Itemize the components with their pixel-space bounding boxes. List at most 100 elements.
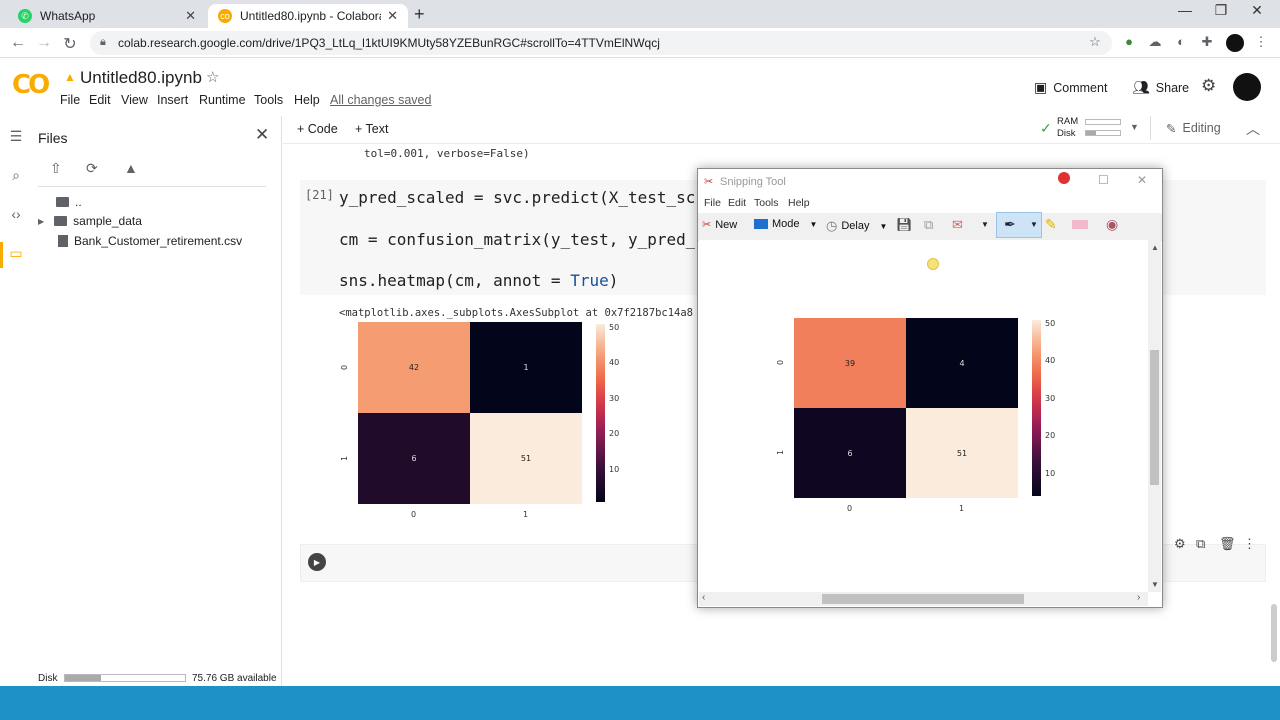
code-line-1[interactable]: y_pred_scaled = svc.predict(X_test_scal: [339, 188, 695, 207]
code-line-2[interactable]: cm = confusion_matrix(y_test, y_pred_sc: [339, 230, 695, 249]
dropdown-icon[interactable]: ▼: [981, 220, 989, 229]
snip-delay-button[interactable]: ◷ Delay ▼: [826, 218, 887, 234]
dropdown-icon[interactable]: ▼: [810, 220, 818, 229]
minimize-icon[interactable]: —: [1170, 2, 1200, 18]
scroll-up-icon[interactable]: ▲: [1151, 243, 1159, 252]
upload-file-icon[interactable]: ⇧: [50, 160, 62, 177]
file-item-sample-data[interactable]: ▶ sample_data: [38, 214, 142, 228]
snip-vscroll-thumb[interactable]: [1150, 350, 1159, 485]
snip-menu-edit[interactable]: Edit: [728, 197, 746, 209]
scissors-icon: ✂: [704, 176, 714, 188]
snip-new-button[interactable]: ✂ New: [702, 218, 737, 232]
scroll-down-icon[interactable]: ▼: [1151, 580, 1159, 589]
code-snippets-icon[interactable]: ‹›: [6, 206, 26, 222]
previous-output-line: tol=0.001, verbose=False): [364, 147, 530, 160]
delete-cell-icon[interactable]: 🗑︎: [1219, 536, 1236, 552]
reload-icon[interactable]: ↻: [60, 34, 80, 54]
search-icon[interactable]: ⌕: [6, 167, 26, 184]
menu-tools[interactable]: Tools: [254, 93, 283, 107]
snip-menu-file[interactable]: File: [704, 197, 721, 209]
extension-icon[interactable]: ◐: [1172, 34, 1190, 52]
extension-icon[interactable]: ☁: [1146, 34, 1164, 52]
notebook-scrollbar[interactable]: [1271, 604, 1277, 662]
close-tab-icon[interactable]: ✕: [185, 8, 196, 24]
ram-bar: [1085, 119, 1121, 125]
paint3d-icon[interactable]: ◉: [1106, 216, 1118, 233]
dropdown-icon[interactable]: ▼: [1030, 220, 1038, 229]
bookmark-star-icon[interactable]: ☆: [1086, 34, 1104, 52]
heatmap-col-label: 1: [959, 504, 965, 513]
dropdown-icon[interactable]: ▼: [879, 222, 887, 231]
mount-drive-icon[interactable]: ▲: [124, 160, 138, 176]
snipping-tool-titlebar[interactable]: ✂ Snipping Tool: [698, 169, 1162, 195]
file-item-csv[interactable]: Bank_Customer_retirement.csv: [58, 234, 242, 248]
cell-mirror-icon[interactable]: ⧉: [1196, 536, 1205, 552]
settings-gear-icon[interactable]: ⚙: [1201, 76, 1216, 96]
new-tab-icon[interactable]: +: [414, 4, 425, 25]
snip-close-icon[interactable]: ✕: [1137, 173, 1147, 187]
heatmap-cell: 42: [358, 322, 470, 413]
windows-taskbar: [0, 686, 1280, 720]
mode-icon: [754, 219, 768, 229]
tab-whatsapp[interactable]: ✆ WhatsApp ✕: [8, 4, 206, 28]
menu-file[interactable]: File: [60, 93, 80, 107]
star-icon[interactable]: ☆: [206, 68, 219, 86]
colab-logo[interactable]: CO: [12, 70, 50, 100]
copy-icon[interactable]: ⧉: [924, 217, 933, 233]
cell-settings-icon[interactable]: ⚙: [1174, 536, 1186, 552]
browser-menu-icon[interactable]: ⋮: [1252, 34, 1270, 52]
save-status[interactable]: All changes saved: [330, 93, 431, 107]
comment-button[interactable]: ▣ Comment: [1034, 79, 1107, 96]
table-of-contents-icon[interactable]: ☰: [6, 128, 26, 145]
snip-mode-button[interactable]: Mode ▼: [754, 218, 817, 230]
files-folder-icon[interactable]: ▭: [6, 245, 26, 262]
heatmap-snip: 39 4 6 51 0 1 0 1 50 40 30 20 10: [776, 318, 1066, 523]
url-input[interactable]: colab.research.google.com/drive/1PQ3_LtL…: [90, 31, 1112, 55]
add-text-button[interactable]: + Text: [355, 122, 388, 136]
notebook-title[interactable]: Untitled80.ipynb: [80, 68, 202, 88]
folder-icon: [54, 216, 68, 226]
menu-view[interactable]: View: [121, 93, 148, 107]
editing-mode-button[interactable]: ✎ Editing: [1166, 121, 1221, 136]
snip-hscroll-thumb[interactable]: [822, 594, 1024, 604]
snip-menu-tools[interactable]: Tools: [754, 197, 779, 209]
close-panel-icon[interactable]: ✕: [255, 125, 269, 145]
share-button[interactable]: 👥︎ Share: [1132, 79, 1189, 96]
profile-avatar[interactable]: [1226, 34, 1244, 52]
cell-more-icon[interactable]: ⋮: [1243, 536, 1256, 552]
back-icon[interactable]: ←: [8, 34, 28, 52]
menu-edit[interactable]: Edit: [89, 93, 111, 107]
eraser-icon[interactable]: [1072, 220, 1088, 229]
puzzle-icon[interactable]: ✚: [1198, 34, 1216, 52]
expand-arrow-icon[interactable]: ▶: [38, 217, 44, 226]
resource-monitor[interactable]: RAM Disk: [1057, 116, 1078, 140]
account-avatar[interactable]: [1233, 73, 1261, 101]
forward-icon[interactable]: →: [34, 34, 54, 52]
file-item-parent[interactable]: ..: [56, 195, 82, 209]
resource-dropdown-icon[interactable]: ▼: [1130, 122, 1139, 132]
window-close-icon[interactable]: ✕: [1242, 2, 1272, 19]
snip-maximize-icon[interactable]: ☐: [1098, 173, 1109, 187]
collapse-header-icon[interactable]: ︿: [1246, 119, 1260, 139]
menu-help[interactable]: Help: [294, 93, 320, 107]
restore-icon[interactable]: ❐: [1206, 2, 1236, 19]
heatmap-row-label: 0: [776, 359, 786, 366]
heatmap-col-label: 0: [847, 504, 853, 513]
refresh-folder-icon[interactable]: ⟳: [86, 160, 98, 177]
scroll-right-icon[interactable]: ›: [1137, 592, 1140, 603]
code-line-3[interactable]: sns.heatmap(cm, annot = True): [339, 271, 618, 290]
close-tab-icon[interactable]: ✕: [387, 8, 398, 24]
lock-icon[interactable]: 🔒︎: [100, 36, 106, 49]
heatmap-row-label: 0: [340, 364, 350, 370]
save-snip-icon[interactable]: 💾︎: [896, 217, 913, 233]
send-snip-icon[interactable]: ✉: [952, 217, 963, 233]
add-code-button[interactable]: + Code: [297, 122, 338, 136]
tab-colab[interactable]: co Untitled80.ipynb - Colaboratory ✕: [208, 4, 408, 28]
menu-insert[interactable]: Insert: [157, 93, 188, 107]
snip-menu-help[interactable]: Help: [788, 197, 810, 209]
extension-icon[interactable]: ●: [1120, 34, 1138, 52]
run-cell-icon[interactable]: ▶: [308, 553, 326, 571]
scroll-left-icon[interactable]: ‹: [702, 592, 705, 603]
menu-runtime[interactable]: Runtime: [199, 93, 246, 107]
highlighter-icon[interactable]: ✎: [1045, 216, 1057, 233]
